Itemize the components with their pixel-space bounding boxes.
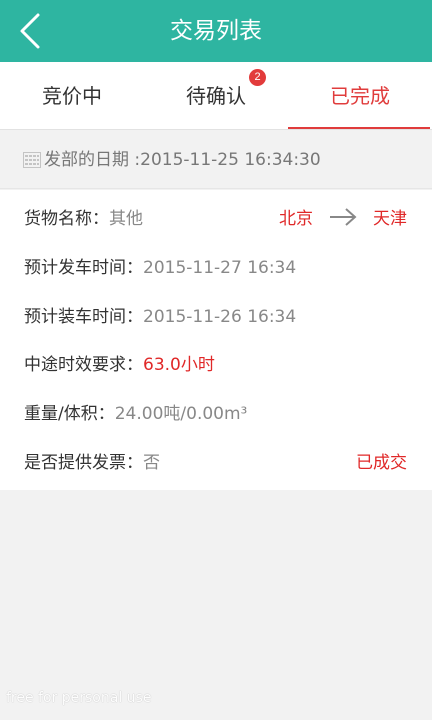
tab-bidding[interactable]: 竞价中 xyxy=(0,62,144,130)
tab-bar: 竞价中 待确认 2 已完成 xyxy=(0,62,432,130)
transit-time-value: 63.0小时 xyxy=(143,355,215,375)
load-time-value: 2015-11-26 16:34 xyxy=(143,307,297,327)
publish-date-bar: 发部的日期 :2015-11-25 16:34:30 xyxy=(0,131,432,189)
cargo-row: 货物名称：其他 xyxy=(24,204,143,234)
tab-bidding-label: 竞价中 xyxy=(42,84,102,108)
depart-time-value: 2015-11-27 16:34 xyxy=(143,258,297,278)
transit-time-label: 中途时效要求： xyxy=(24,355,143,375)
route-to: 天津 xyxy=(373,209,407,229)
weight-volume-row: 重量/体积：24.00吨/0.00m³ xyxy=(24,399,247,429)
calendar-icon xyxy=(23,152,41,168)
publish-date-text: 发部的日期 :2015-11-25 16:34:30 xyxy=(44,150,321,170)
weight-volume-label: 重量/体积： xyxy=(24,404,115,424)
route: 北京 天津 xyxy=(279,204,407,234)
tab-pending-label-wrap: 待确认 2 xyxy=(186,69,266,108)
invoice-value: 否 xyxy=(143,453,160,473)
transit-time-row: 中途时效要求：63.0小时 xyxy=(24,350,215,380)
cargo-label: 货物名称： xyxy=(24,209,109,229)
arrow-right-icon xyxy=(330,208,357,226)
invoice-row: 是否提供发票：否 xyxy=(24,448,160,478)
app-header: 交易列表 xyxy=(0,0,432,62)
tab-completed[interactable]: 已完成 xyxy=(288,62,432,130)
route-from: 北京 xyxy=(279,209,313,229)
transaction-card[interactable]: 货物名称：其他 北京 天津 预计发车时间：2015-11-27 16:34 预计… xyxy=(0,190,432,490)
active-tab-indicator xyxy=(288,127,430,129)
weight-volume-value: 24.00吨/0.00m³ xyxy=(114,404,248,424)
load-time-label: 预计装车时间： xyxy=(24,307,143,327)
invoice-label: 是否提供发票： xyxy=(24,453,143,473)
watermark-text: free for personal use xyxy=(6,690,152,706)
load-time-row: 预计装车时间：2015-11-26 16:34 xyxy=(24,302,296,332)
depart-time-label: 预计发车时间： xyxy=(24,258,143,278)
status-badge: 已成交 xyxy=(356,453,407,473)
tab-completed-label: 已完成 xyxy=(330,84,390,108)
tab-pending[interactable]: 待确认 2 xyxy=(144,62,288,130)
cargo-value: 其他 xyxy=(109,209,143,229)
pending-count-badge: 2 xyxy=(249,69,266,86)
depart-time-row: 预计发车时间：2015-11-27 16:34 xyxy=(24,253,296,283)
page-title: 交易列表 xyxy=(170,18,262,44)
tab-pending-label: 待确认 xyxy=(186,84,246,108)
